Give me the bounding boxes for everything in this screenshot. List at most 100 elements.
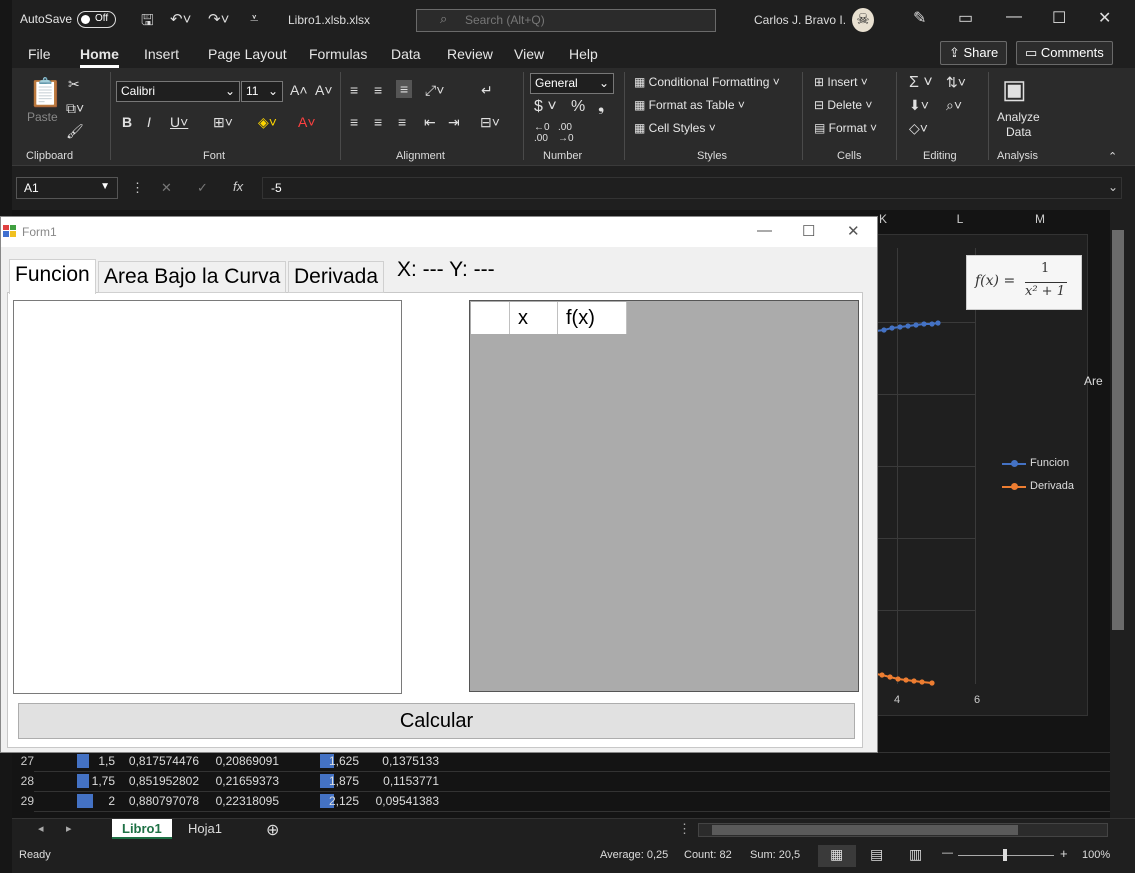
find-select-icon[interactable]: ⌕˅: [946, 97, 962, 114]
decrease-font-icon[interactable]: A˅: [315, 82, 333, 98]
sheet-tab-hoja1[interactable]: Hoja1: [178, 819, 232, 839]
cell-value[interactable]: 2,125: [300, 794, 359, 808]
comments-button[interactable]: ▭ Comments: [1016, 41, 1113, 65]
more-icon[interactable]: ⋮: [678, 821, 691, 837]
menu-page-layout[interactable]: Page Layout: [208, 46, 287, 62]
menu-view[interactable]: View: [514, 46, 544, 62]
cut-icon[interactable]: ✂: [68, 76, 80, 93]
format-cells-button[interactable]: ▤ Format ˅: [814, 121, 877, 135]
align-bottom-icon[interactable]: ≡: [396, 80, 413, 98]
conditional-formatting-button[interactable]: ▦ Conditional Formatting ˅: [634, 75, 780, 89]
undo-icon[interactable]: ↶˅: [170, 10, 191, 28]
fill-color-icon[interactable]: ◈˅: [258, 114, 277, 131]
row-number[interactable]: 29: [12, 794, 34, 808]
underline-icon[interactable]: U˅: [170, 114, 188, 130]
save-icon[interactable]: 🖫: [141, 10, 154, 35]
function-input[interactable]: [13, 300, 402, 694]
function-icon[interactable]: fx: [233, 179, 243, 194]
page-layout-icon[interactable]: ▤: [870, 846, 883, 863]
format-painter-icon[interactable]: 🖌: [66, 123, 84, 140]
zoom-out-icon[interactable]: —: [942, 847, 953, 859]
font-color-icon[interactable]: A˅: [298, 114, 316, 130]
cell-value[interactable]: 0,20869091: [199, 754, 279, 768]
increase-font-icon[interactable]: A˄: [290, 82, 308, 98]
grid-header-x[interactable]: x: [510, 302, 558, 334]
menu-file[interactable]: File: [28, 46, 51, 62]
cell-styles-button[interactable]: ▦ Cell Styles ˅: [634, 121, 716, 135]
analyze-data-icon[interactable]: ▣: [1002, 74, 1027, 105]
search-box[interactable]: [416, 9, 716, 32]
enter-icon[interactable]: ✓: [197, 180, 208, 196]
increase-indent-icon[interactable]: ⇥: [448, 114, 460, 131]
pen-icon[interactable]: ✎: [913, 8, 926, 28]
sort-filter-icon[interactable]: ⇅˅: [946, 74, 966, 91]
avatar[interactable]: ☠: [852, 8, 874, 32]
cell-value[interactable]: 0,851952802: [117, 774, 199, 788]
font-name-combo[interactable]: Calibri ⌄: [116, 81, 240, 102]
ribbon-display-icon[interactable]: ▭: [958, 8, 973, 28]
share-button[interactable]: ⇪ Share: [940, 41, 1008, 65]
bold-icon[interactable]: B: [122, 114, 132, 130]
column-header-l[interactable]: L: [920, 212, 1000, 230]
clear-icon[interactable]: ◇˅: [909, 120, 928, 137]
align-middle-icon[interactable]: ≡: [374, 82, 382, 98]
cell-value[interactable]: 1,75: [77, 774, 115, 788]
align-left-icon[interactable]: ≡: [350, 114, 358, 130]
prev-sheet-icon[interactable]: ◂: [38, 822, 44, 835]
column-header-m[interactable]: M: [1000, 212, 1080, 230]
format-as-table-button[interactable]: ▦ Format as Table ˅: [634, 98, 745, 112]
user-name[interactable]: Carlos J. Bravo I.: [754, 13, 846, 27]
maximize-icon[interactable]: ☐: [1052, 8, 1066, 28]
decrease-indent-icon[interactable]: ⇤: [424, 114, 436, 131]
page-break-icon[interactable]: ▥: [909, 846, 922, 863]
fill-icon[interactable]: ⬇˅: [909, 97, 929, 114]
equation-image[interactable]: f(x) = 1 x² + 1: [966, 255, 1082, 310]
cell-value[interactable]: 0,09541383: [359, 794, 439, 808]
form1-minimize-icon[interactable]: —: [757, 222, 772, 239]
cell-value[interactable]: 0,21659373: [199, 774, 279, 788]
sheet-tab-libro1[interactable]: Libro1: [112, 819, 172, 839]
menu-formulas[interactable]: Formulas: [309, 46, 367, 62]
cell-value[interactable]: 1,5: [77, 754, 115, 768]
cell-value[interactable]: 0,817574476: [117, 754, 199, 768]
vertical-scroll-thumb[interactable]: [1112, 230, 1124, 630]
menu-insert[interactable]: Insert: [144, 46, 179, 62]
tab-funcion[interactable]: Funcion: [9, 259, 96, 294]
comma-icon[interactable]: ❟: [598, 98, 604, 116]
add-sheet-icon[interactable]: ⊕: [266, 820, 279, 840]
results-grid[interactable]: [469, 300, 859, 692]
row-number[interactable]: 28: [12, 774, 34, 788]
cell-value[interactable]: 0,1153771: [359, 774, 439, 788]
cell-value[interactable]: 0,22318095: [199, 794, 279, 808]
menu-home[interactable]: Home: [80, 46, 119, 68]
italic-icon[interactable]: I: [147, 114, 151, 130]
align-center-icon[interactable]: ≡: [374, 114, 382, 130]
redo-icon[interactable]: ↷˅: [208, 10, 229, 28]
cell-value[interactable]: 2: [77, 794, 115, 808]
expand-formula-icon[interactable]: ⌄: [1108, 180, 1118, 194]
zoom-level[interactable]: 100%: [1082, 849, 1110, 861]
formula-input[interactable]: -5: [262, 177, 1122, 199]
autosum-icon[interactable]: Σ ˅: [909, 74, 933, 92]
wrap-text-icon[interactable]: ↵: [481, 82, 493, 99]
horizontal-scroll-thumb[interactable]: [712, 825, 1018, 835]
autosave-toggle[interactable]: Off: [77, 11, 116, 28]
form1-close-icon[interactable]: ✕: [847, 222, 860, 240]
insert-cells-button[interactable]: ⊞ Insert ˅: [814, 75, 868, 89]
grid-row-header[interactable]: [471, 302, 510, 334]
cell-value[interactable]: 0,880797078: [117, 794, 199, 808]
cell-value[interactable]: 0,1375133: [359, 754, 439, 768]
borders-icon[interactable]: ⊞˅: [213, 114, 233, 131]
name-box[interactable]: A1 ▼: [16, 177, 118, 199]
minimize-icon[interactable]: —: [1006, 8, 1022, 26]
calcular-button[interactable]: Calcular: [18, 703, 855, 739]
menu-review[interactable]: Review: [447, 46, 493, 62]
menu-data[interactable]: Data: [391, 46, 421, 62]
orientation-icon[interactable]: ⤢˅: [425, 82, 444, 99]
tab-derivada[interactable]: Derivada: [288, 261, 385, 293]
merge-center-icon[interactable]: ⊟˅: [480, 114, 500, 131]
font-size-combo[interactable]: 11 ⌄: [241, 81, 283, 102]
cancel-icon[interactable]: ✕: [161, 180, 172, 196]
copy-icon[interactable]: ⧉˅: [66, 100, 84, 117]
tab-area-bajo-la-curva[interactable]: Area Bajo la Curva: [98, 261, 287, 293]
